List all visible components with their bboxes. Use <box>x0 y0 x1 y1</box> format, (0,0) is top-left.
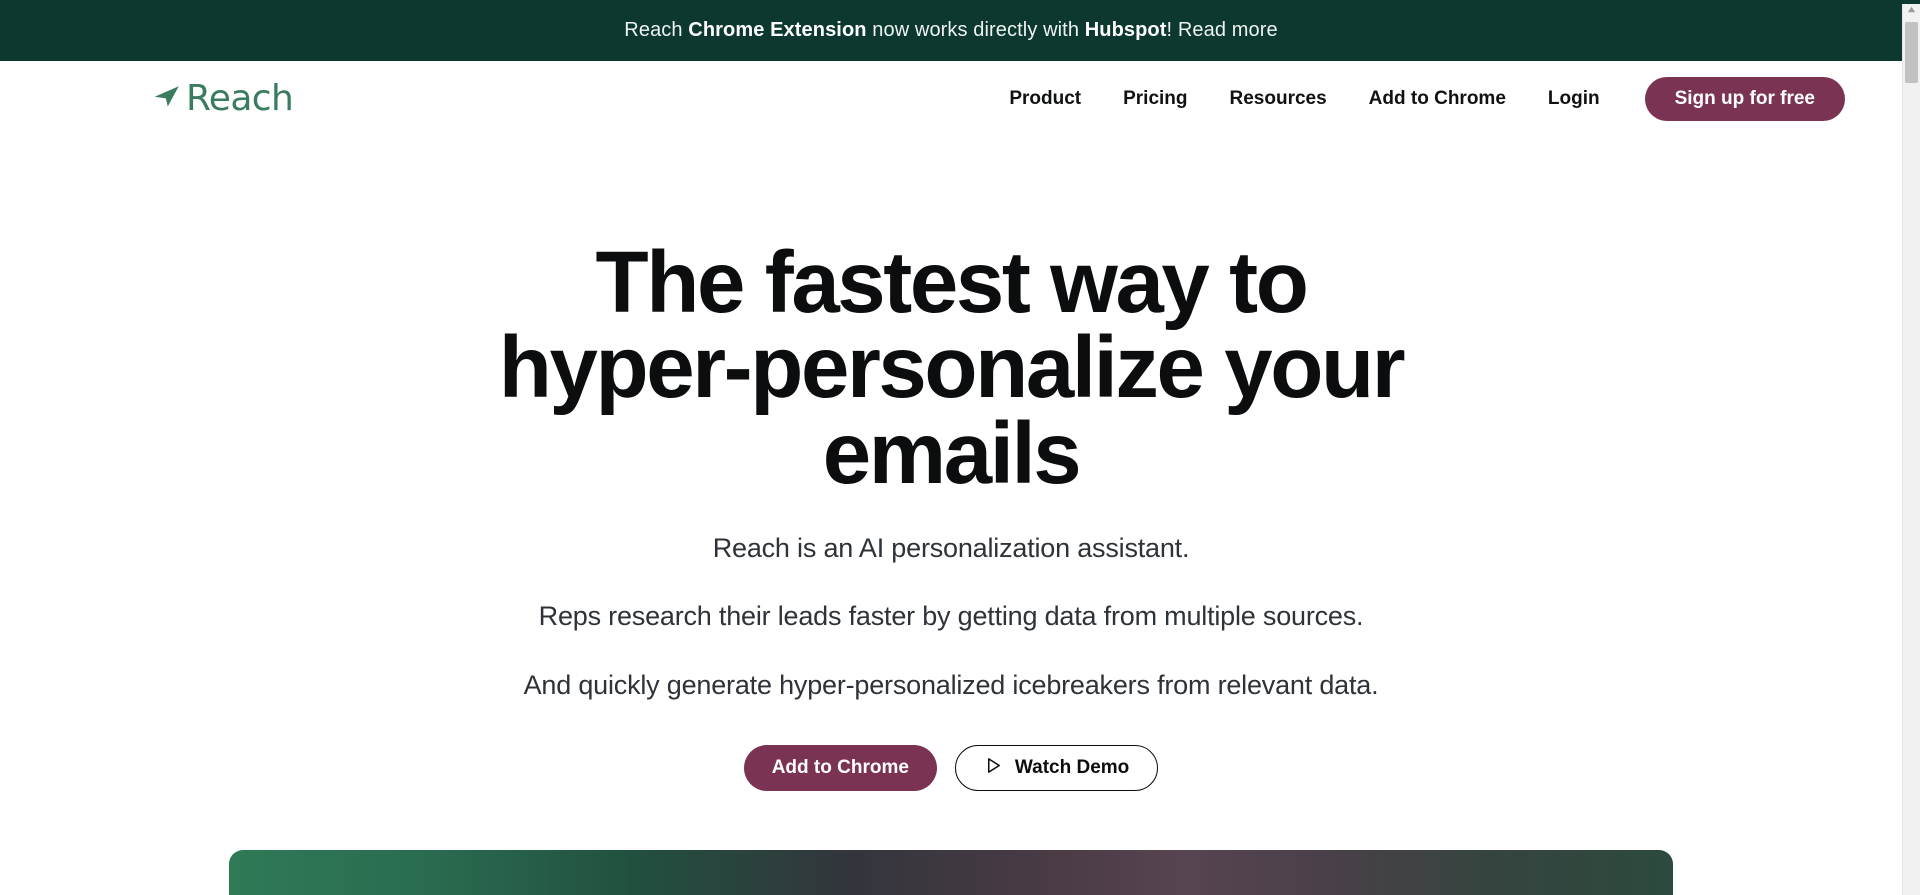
paper-plane-icon <box>152 81 182 116</box>
announcement-bold-hubspot: Hubspot <box>1084 19 1167 41</box>
logo-link[interactable]: Reach <box>152 77 294 119</box>
announcement-suffix: ! <box>1166 19 1178 41</box>
announcement-prefix: Reach <box>624 19 689 41</box>
hero-headline: The fastest way to hyper-personalize you… <box>498 234 1406 502</box>
nav-item-login[interactable]: Login <box>1527 80 1621 118</box>
nav-item-pricing[interactable]: Pricing <box>1102 80 1208 118</box>
announcement-banner[interactable]: Reach Chrome Extension now works directl… <box>0 0 1902 61</box>
announcement-middle: now works directly with <box>866 19 1085 41</box>
primary-navigation: Product Pricing Resources Add to Chrome … <box>988 76 1845 121</box>
add-to-chrome-button[interactable]: Add to Chrome <box>743 745 937 792</box>
logo-wordmark: Reach <box>186 77 294 119</box>
announcement-bold-chrome-extension: Chrome Extension <box>688 19 867 41</box>
site-header: Reach Product Pricing Resources Add to C… <box>0 61 1902 136</box>
scrollbar-thumb[interactable] <box>1905 22 1918 83</box>
vertical-scrollbar[interactable] <box>1902 0 1920 895</box>
browser-viewport: Reach Chrome Extension now works directl… <box>0 0 1920 895</box>
page-content: Reach Chrome Extension now works directl… <box>0 0 1902 895</box>
watch-demo-button[interactable]: Watch Demo <box>954 745 1159 792</box>
nav-item-resources[interactable]: Resources <box>1209 80 1348 118</box>
hero-cta-group: Add to Chrome Watch Demo <box>0 745 1902 792</box>
announcement-text: Reach Chrome Extension now works directl… <box>624 19 1277 42</box>
hero-section: The fastest way to hyper-personalize you… <box>0 136 1902 792</box>
hero-subtext-line-1: Reach is an AI personalization assistant… <box>712 532 1190 563</box>
hero-subtext-line-2: Reps research their leads faster by gett… <box>538 601 1364 632</box>
hero-subtext-line-3: And quickly generate hyper-personalized … <box>523 669 1379 700</box>
scroll-up-arrow[interactable] <box>1903 0 1920 18</box>
nav-item-add-to-chrome[interactable]: Add to Chrome <box>1348 80 1527 118</box>
nav-item-product[interactable]: Product <box>988 80 1102 118</box>
read-more-link[interactable]: Read more <box>1178 19 1278 41</box>
product-showcase-panel <box>229 850 1673 895</box>
signup-button[interactable]: Sign up for free <box>1644 76 1845 121</box>
play-icon <box>984 756 1003 781</box>
watch-demo-label: Watch Demo <box>1014 757 1130 779</box>
